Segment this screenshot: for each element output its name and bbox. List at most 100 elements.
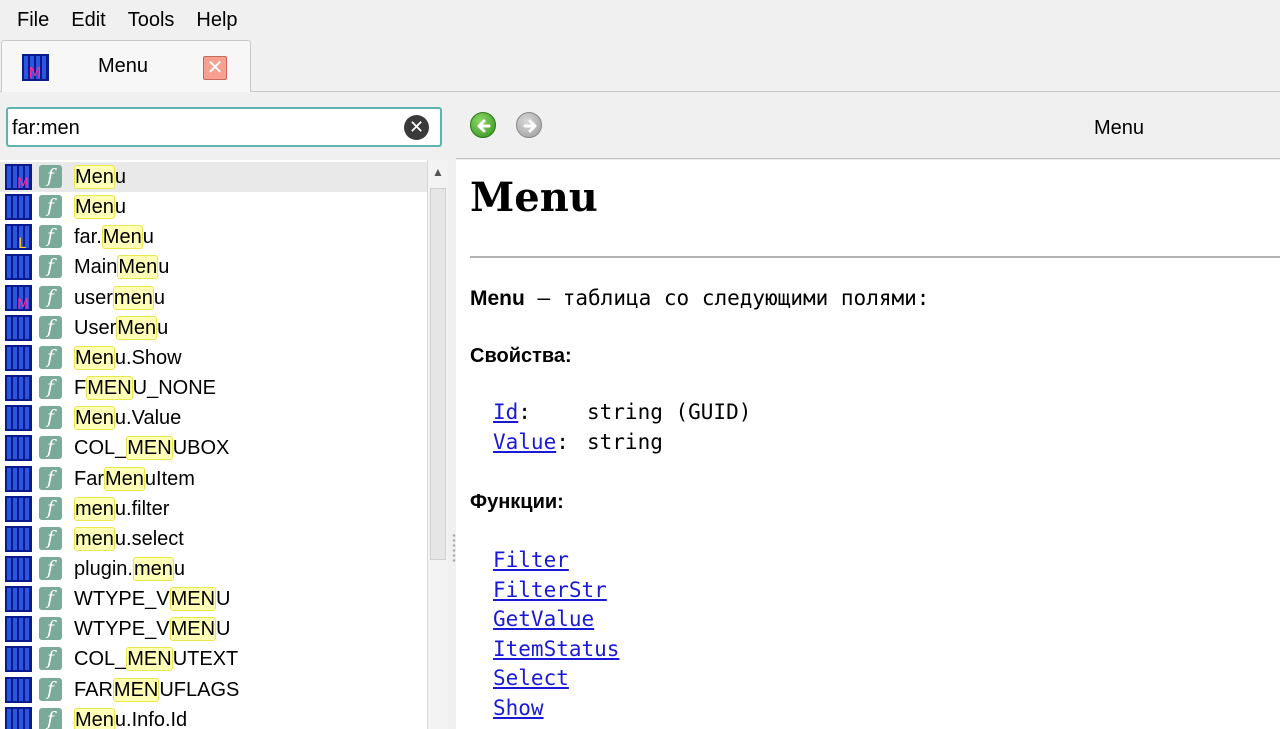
property-link[interactable]: Value bbox=[493, 430, 556, 454]
result-label: MainMenu bbox=[74, 255, 170, 280]
book-icon bbox=[5, 586, 32, 613]
tab-menu[interactable]: M Menu ✕ bbox=[1, 40, 251, 92]
match-highlight: Men bbox=[116, 315, 158, 340]
match-highlight: MEN bbox=[126, 436, 173, 461]
book-m-icon: M bbox=[22, 54, 49, 81]
match-highlight: men bbox=[132, 556, 174, 581]
match-highlight: men bbox=[74, 496, 115, 521]
function-link[interactable]: Select bbox=[493, 666, 569, 690]
result-label: COL_MENUBOX bbox=[74, 436, 230, 461]
function-link[interactable]: Filter bbox=[493, 548, 569, 572]
intro-term: Menu bbox=[470, 287, 525, 310]
function-icon: f bbox=[39, 556, 62, 580]
back-button[interactable] bbox=[470, 112, 496, 138]
function-icon: f bbox=[39, 617, 62, 641]
book-l-icon: L bbox=[5, 224, 32, 251]
function-row: FilterStr bbox=[493, 578, 607, 602]
svg-text:M: M bbox=[17, 297, 29, 311]
match-highlight: MEN bbox=[126, 647, 173, 672]
tab-bar: M Menu ✕ bbox=[0, 40, 1280, 92]
book-icon bbox=[5, 676, 32, 703]
svg-text:L: L bbox=[18, 236, 26, 250]
result-item[interactable]: f FarMenuItem bbox=[0, 464, 427, 494]
left-panel: ✕ MfMenufMenuLffar.MenufMainMenuMfuserme… bbox=[0, 93, 452, 729]
close-icon[interactable]: ✕ bbox=[203, 56, 227, 80]
scroll-up-icon[interactable]: ▲ bbox=[428, 160, 448, 184]
scrollbar[interactable]: ▲ bbox=[427, 160, 448, 729]
search-input[interactable] bbox=[12, 115, 392, 141]
menu-tools[interactable]: Tools bbox=[117, 0, 186, 40]
book-icon bbox=[5, 375, 32, 402]
book-icon bbox=[5, 254, 32, 281]
function-link[interactable]: Show bbox=[493, 696, 544, 720]
menu-edit[interactable]: Edit bbox=[60, 0, 116, 40]
property-row: Id: string (GUID) bbox=[493, 400, 752, 424]
result-label: menu.filter bbox=[74, 496, 170, 521]
property-link[interactable]: Id bbox=[493, 400, 518, 424]
match-highlight: Men bbox=[117, 255, 159, 280]
result-label: Menu bbox=[74, 195, 127, 220]
match-highlight: Men bbox=[74, 165, 115, 189]
forward-button[interactable] bbox=[516, 112, 542, 138]
function-icon: f bbox=[39, 345, 62, 369]
book-icon bbox=[5, 616, 32, 643]
arrow-right-icon bbox=[523, 119, 537, 133]
menu-file[interactable]: File bbox=[6, 0, 60, 40]
result-item[interactable]: f FMENU_NONE bbox=[0, 373, 427, 403]
result-label: Menu bbox=[74, 165, 127, 189]
book-icon bbox=[5, 405, 32, 432]
match-highlight: men bbox=[74, 526, 115, 551]
function-link[interactable]: GetValue bbox=[493, 607, 594, 631]
viewer-title: Menu bbox=[1094, 117, 1145, 139]
result-item[interactable]: Lf far.Menu bbox=[0, 222, 427, 252]
result-item[interactable]: f Menu.Show bbox=[0, 343, 427, 373]
function-icon: f bbox=[39, 285, 62, 309]
match-highlight: MEN bbox=[112, 677, 160, 702]
result-item[interactable]: f FARMENUFLAGS bbox=[0, 675, 427, 705]
book-icon bbox=[5, 646, 32, 673]
result-item[interactable]: f menu.select bbox=[0, 524, 427, 554]
function-icon: f bbox=[39, 496, 62, 520]
result-item[interactable]: f plugin.menu bbox=[0, 554, 427, 584]
result-item[interactable]: Mf usermenu bbox=[0, 283, 427, 313]
clear-search-icon[interactable]: ✕ bbox=[404, 115, 429, 140]
svg-text:M: M bbox=[17, 176, 29, 190]
result-item[interactable]: f WTYPE_VMENU bbox=[0, 614, 427, 644]
result-item[interactable]: f Menu bbox=[0, 192, 427, 222]
match-highlight: Men bbox=[74, 195, 115, 220]
help-content: Menu Menu – таблица со следующими полями… bbox=[456, 160, 1280, 729]
book-m-icon: M bbox=[5, 284, 32, 311]
result-label: far.Menu bbox=[74, 225, 154, 250]
property-type: string (GUID) bbox=[587, 400, 752, 424]
result-item[interactable]: f Menu.Info.Id bbox=[0, 705, 427, 729]
function-icon: f bbox=[39, 466, 62, 490]
result-label: FARMENUFLAGS bbox=[74, 677, 240, 702]
result-item[interactable]: f WTYPE_VMENU bbox=[0, 584, 427, 614]
result-item[interactable]: f Menu.Value bbox=[0, 403, 427, 433]
menu-bar: File Edit Tools Help bbox=[0, 0, 1280, 40]
result-label: menu.select bbox=[74, 526, 184, 551]
function-icon: f bbox=[39, 707, 62, 729]
properties-heading: Свойства: bbox=[470, 345, 572, 367]
tab-label: Menu bbox=[98, 55, 149, 77]
result-item[interactable]: f UserMenu bbox=[0, 313, 427, 343]
function-icon: f bbox=[39, 195, 62, 219]
search-box: ✕ bbox=[6, 107, 442, 147]
result-item[interactable]: f MainMenu bbox=[0, 252, 427, 282]
result-item[interactable]: Mf Menu bbox=[0, 162, 427, 192]
result-label: FarMenuItem bbox=[74, 466, 195, 491]
function-icon: f bbox=[39, 225, 62, 249]
function-row: Show bbox=[493, 696, 544, 720]
match-highlight: MEN bbox=[169, 587, 217, 612]
menu-help[interactable]: Help bbox=[185, 0, 248, 40]
match-highlight: Men bbox=[74, 345, 115, 370]
book-icon bbox=[5, 495, 32, 522]
book-icon bbox=[5, 314, 32, 341]
function-row: ItemStatus bbox=[493, 637, 619, 661]
result-item[interactable]: f menu.filter bbox=[0, 494, 427, 524]
result-item[interactable]: f COL_MENUTEXT bbox=[0, 644, 427, 674]
function-link[interactable]: FilterStr bbox=[493, 578, 607, 602]
function-link[interactable]: ItemStatus bbox=[493, 637, 619, 661]
result-item[interactable]: f COL_MENUBOX bbox=[0, 433, 427, 463]
scroll-thumb[interactable] bbox=[430, 188, 446, 560]
